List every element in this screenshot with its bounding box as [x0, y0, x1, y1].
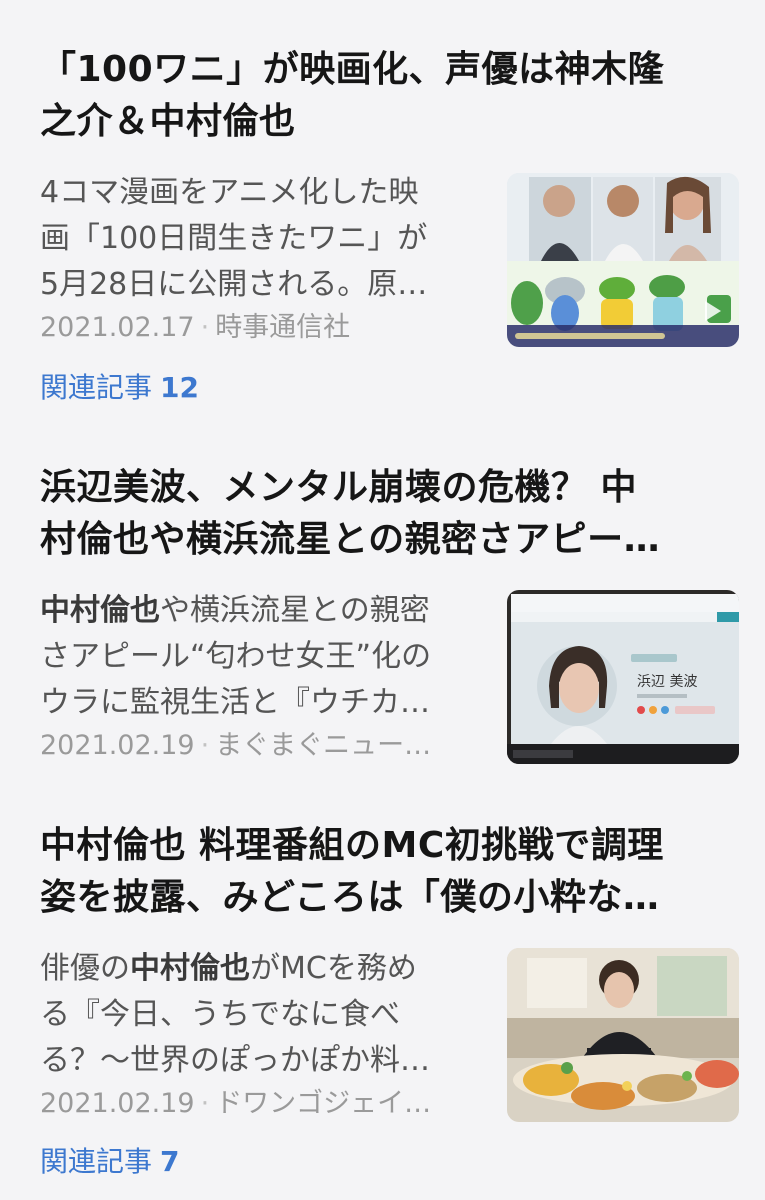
summary-line: ウラに監視生活と『ウチカ… [40, 685, 430, 720]
cooking-show-host-image [507, 948, 739, 1122]
movie-cast-and-crocodile-image [507, 173, 739, 347]
summary-line: る？〜世界のぽっかぽか料… [40, 1043, 430, 1078]
headline-line: 浜辺美波、メンタル崩壊の危機？ 中 [40, 467, 638, 508]
related-label: 関連記事 [40, 1145, 153, 1178]
article-date: 2021.02.19 [40, 1088, 195, 1119]
headline-line: 姿を披露、みどころは「僕の小粋な… [40, 877, 660, 918]
article-date: 2021.02.19 [40, 730, 195, 761]
article-headline[interactable]: 中村倫也 料理番組のMC初挑戦で調理 姿を披露、みどころは「僕の小粋な… [40, 820, 740, 924]
summary-line: 5月28日に公開される。原… [40, 267, 428, 302]
article-summary: 俳優の中村倫也がMCを務め る『今日、うちでなに食べ る？〜世界のぽっかぽか料… [40, 946, 480, 1084]
headline-line: 之介＆中村倫也 [40, 101, 296, 142]
article-thumbnail[interactable] [507, 948, 739, 1122]
article-date: 2021.02.17 [40, 312, 195, 343]
article-meta: 2021.02.17 · 時事通信社 [40, 308, 480, 348]
article-source: ドワンゴジェイ… [215, 1088, 432, 1119]
summary-line: る『今日、うちでなに食べ [40, 997, 400, 1032]
article-summary: 4コマ漫画をアニメ化した映 画「100日間生きたワニ」が 5月28日に公開される… [40, 170, 480, 308]
separator-dot: · [200, 1088, 210, 1119]
summary-line: 画「100日間生きたワニ」が [40, 221, 428, 256]
summary-line: 中村倫也や横浜流星との親密 [40, 593, 430, 628]
article-headline[interactable]: 浜辺美波、メンタル崩壊の危機？ 中 村倫也や横浜流星との親密さアピー… [40, 462, 740, 566]
summary-line: 俳優の中村倫也がMCを務め [40, 951, 417, 986]
summary-line: 4コマ漫画をアニメ化した映 [40, 175, 419, 210]
article-thumbnail[interactable]: 浜辺 美波 [507, 590, 739, 764]
separator-dot: · [200, 312, 210, 343]
article-source: まぐまぐニュー… [215, 730, 432, 761]
headline-line: 村倫也や横浜流星との親密さアピー… [40, 519, 661, 560]
thumb-actress-name: 浜辺 美波 [637, 674, 697, 690]
related-count: 12 [160, 371, 199, 404]
related-articles-link[interactable]: 関連記事 12 [40, 368, 199, 408]
article-source: 時事通信社 [215, 312, 351, 343]
article-thumbnail[interactable] [507, 173, 739, 347]
article-meta: 2021.02.19 · まぐまぐニュー… [40, 726, 480, 766]
article-headline[interactable]: 「100ワニ」が映画化、声優は神木隆 之介＆中村倫也 [40, 44, 740, 148]
article-summary: 中村倫也や横浜流星との親密 さアピール“匂わせ女王”化の ウラに監視生活と『ウチ… [40, 588, 480, 726]
related-count: 7 [160, 1145, 180, 1178]
related-articles-link[interactable]: 関連記事 7 [40, 1142, 180, 1182]
summary-line: さアピール“匂わせ女王”化の [40, 639, 432, 674]
headline-line: 中村倫也 料理番組のMC初挑戦で調理 [40, 825, 664, 866]
actress-profile-webpage-image: 浜辺 美波 [507, 590, 739, 764]
article-meta: 2021.02.19 · ドワンゴジェイ… [40, 1084, 480, 1124]
separator-dot: · [200, 730, 210, 761]
related-label: 関連記事 [40, 371, 153, 404]
headline-line: 「100ワニ」が映画化、声優は神木隆 [40, 49, 665, 90]
